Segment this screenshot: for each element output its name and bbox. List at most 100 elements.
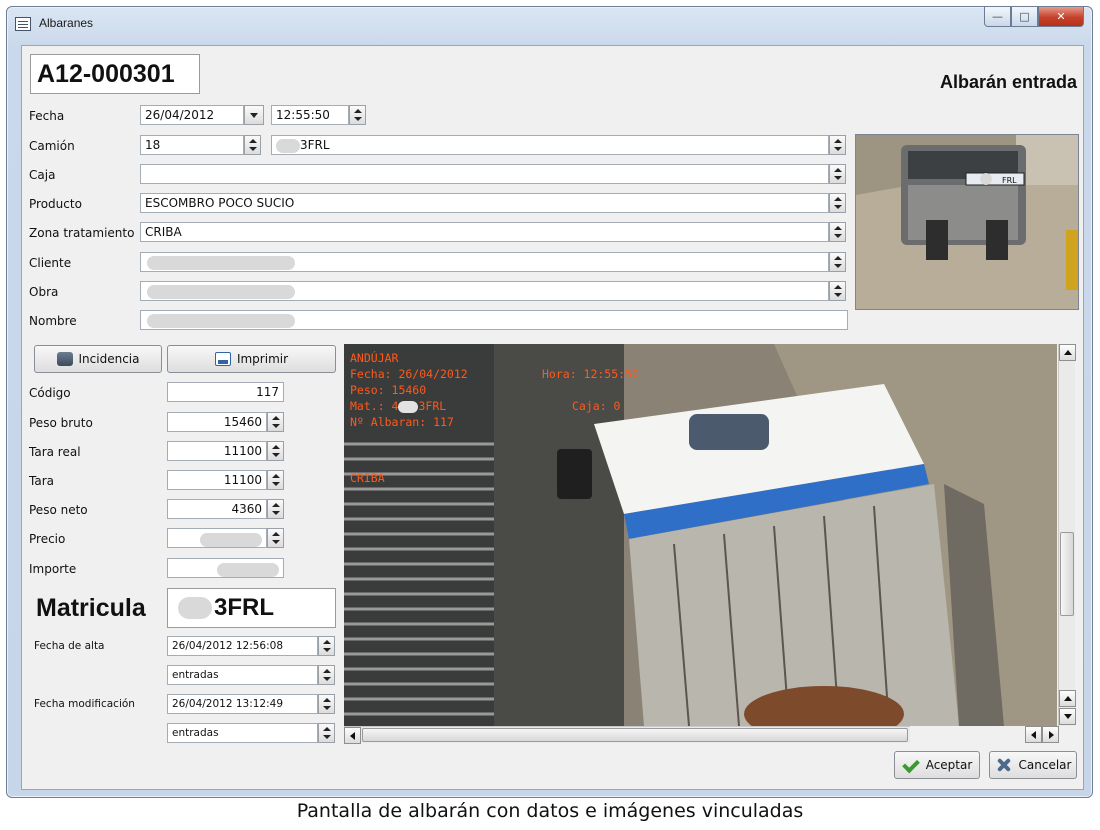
truck-front-photo: FRL [856, 135, 1078, 309]
camion-plate-spinner[interactable] [829, 135, 846, 155]
fecha-mod-label: Fecha modificación [34, 698, 135, 710]
peso-neto-spinner[interactable] [267, 499, 284, 519]
producto-field[interactable]: ESCOMBRO POCO SUCIO [140, 193, 829, 213]
cliente-label: Cliente [29, 256, 72, 270]
peso-bruto-label: Peso bruto [29, 416, 93, 430]
fecha-date-field[interactable]: 26/04/2012 [140, 105, 244, 125]
caja-label: Caja [29, 168, 56, 182]
mod-user-field[interactable]: entradas [167, 723, 318, 743]
redacted-precio [200, 532, 262, 547]
fecha-alta-field[interactable]: 26/04/2012 12:56:08 [167, 636, 318, 656]
time-spinner[interactable] [349, 105, 366, 125]
tara-real-spinner[interactable] [267, 441, 284, 461]
tara-spinner[interactable] [267, 470, 284, 490]
horizontal-scroll-thumb[interactable] [362, 728, 908, 742]
overlay-place: ANDÚJAR [350, 351, 399, 365]
redacted-matricula [178, 597, 212, 619]
tara-real-label: Tara real [29, 445, 81, 459]
nombre-label: Nombre [29, 314, 77, 328]
fecha-mod-field[interactable]: 26/04/2012 13:12:49 [167, 694, 318, 714]
codigo-field[interactable]: 117 [167, 382, 284, 402]
overlay-mat-suffix: 3FRL [418, 399, 447, 413]
overlay-matricula: Mat.: 4 3FRL [350, 400, 446, 413]
precio-spinner[interactable] [267, 528, 284, 548]
camion-plate-suffix: 3FRL [300, 138, 330, 152]
minimize-button[interactable]: — [984, 7, 1011, 27]
obra-field[interactable] [140, 281, 829, 301]
obra-spinner[interactable] [829, 281, 846, 301]
cancelar-button[interactable]: Cancelar [989, 751, 1077, 779]
aceptar-button[interactable]: Aceptar [894, 751, 980, 779]
overlay-redacted [398, 400, 419, 413]
matricula-field[interactable]: 3FRL [167, 588, 336, 628]
fecha-time-field[interactable]: 12:55:50 [271, 105, 349, 125]
overlay-peso: Peso: 15460 [350, 383, 427, 397]
peso-bruto-field[interactable]: 15460 [167, 412, 267, 432]
scroll-down-button[interactable] [1059, 708, 1076, 725]
imprimir-label: Imprimir [236, 352, 289, 366]
scroll-left-button-right[interactable] [1025, 726, 1042, 743]
peso-neto-label: Peso neto [29, 503, 88, 517]
truck-front-camera-image[interactable]: FRL [855, 134, 1079, 310]
zona-field[interactable]: CRIBA [140, 222, 829, 242]
close-button[interactable]: ✕ [1038, 7, 1084, 27]
fecha-label: Fecha [29, 109, 65, 123]
vertical-scroll-thumb[interactable] [1060, 532, 1074, 616]
window-title: Albaranes [39, 16, 94, 30]
tara-real-field[interactable]: 11100 [167, 441, 267, 461]
alta-user-spinner[interactable] [318, 665, 335, 685]
redacted-plate [276, 138, 300, 153]
document-number: A12-000301 [30, 54, 200, 94]
maximize-button[interactable]: □ [1011, 7, 1038, 27]
cliente-field[interactable] [140, 252, 829, 272]
scroll-up-button-lower[interactable] [1059, 690, 1076, 707]
camion-label: Camión [29, 139, 75, 153]
fecha-alta-spinner[interactable] [318, 636, 335, 656]
albaranes-window: Albaranes — □ ✕ A12-000301 Albarán entra… [6, 6, 1093, 798]
zona-label: Zona tratamiento [29, 226, 135, 240]
title-bar[interactable]: Albaranes — □ ✕ [7, 7, 1092, 39]
overlay-caja: Caja: 0 [572, 399, 621, 413]
fecha-mod-spinner[interactable] [318, 694, 335, 714]
nombre-field[interactable] [140, 310, 848, 330]
form-area: A12-000301 Albarán entrada Fecha 26/04/2… [21, 45, 1084, 790]
zona-spinner[interactable] [829, 222, 846, 242]
aceptar-label: Aceptar [925, 758, 973, 772]
matricula-suffix: 3FRL [214, 594, 274, 621]
mod-user-spinner[interactable] [318, 723, 335, 743]
cancel-x-icon [995, 757, 1013, 773]
redacted-cliente [147, 255, 295, 270]
redacted-importe [217, 562, 279, 577]
scroll-left-button[interactable] [344, 727, 361, 744]
cliente-spinner[interactable] [829, 252, 846, 272]
tara-field[interactable]: 11100 [167, 470, 267, 490]
producto-label: Producto [29, 197, 82, 211]
image-vertical-scrollbar[interactable] [1058, 344, 1076, 726]
scroll-right-button[interactable] [1042, 726, 1059, 743]
peso-neto-field[interactable]: 4360 [167, 499, 267, 519]
camion-spinner[interactable] [244, 135, 261, 155]
document-type: Albarán entrada [939, 72, 1077, 92]
truck-top-camera-image[interactable]: ANDÚJAR Fecha: 26/04/2012 Hora: 12:55:50… [344, 344, 1057, 726]
caja-spinner[interactable] [829, 164, 846, 184]
importe-field[interactable] [167, 558, 284, 578]
precio-field[interactable] [167, 528, 267, 548]
image-horizontal-scrollbar[interactable] [344, 726, 910, 744]
overlay-mat-prefix: Mat.: 4 [350, 399, 399, 413]
incidencia-button[interactable]: Incidencia [34, 345, 162, 373]
overlay-zona: CRIBA [350, 471, 385, 485]
camion-plate-field[interactable]: 3FRL [271, 135, 829, 155]
imprimir-button[interactable]: Imprimir [167, 345, 336, 373]
caja-field[interactable] [140, 164, 829, 184]
fecha-dropdown-button[interactable] [244, 105, 264, 125]
alta-user-field[interactable]: entradas [167, 665, 318, 685]
obra-label: Obra [29, 285, 59, 299]
scroll-up-button[interactable] [1059, 344, 1076, 361]
overlay-hora: Hora: 12:55:50 [542, 367, 639, 381]
truck-top-photo [344, 344, 1057, 726]
camion-number-field[interactable]: 18 [140, 135, 244, 155]
peso-bruto-spinner[interactable] [267, 412, 284, 432]
producto-spinner[interactable] [829, 193, 846, 213]
redacted-obra [147, 284, 295, 299]
codigo-label: Código [29, 386, 71, 400]
